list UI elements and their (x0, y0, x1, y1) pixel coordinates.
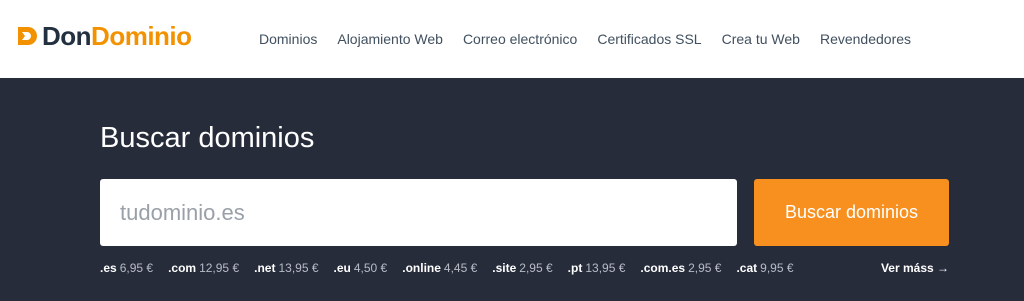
tld-item[interactable]: .com 12,95 € (168, 261, 239, 275)
tld-price: 2,95 € (519, 261, 553, 275)
tld-item[interactable]: .com.es 2,95 € (640, 261, 721, 275)
tld-name: .pt (567, 261, 583, 275)
tld-price: 4,50 € (353, 261, 388, 275)
tld-name: .site (492, 261, 517, 275)
brand-name: DonDominio (42, 21, 192, 52)
nav-item-crea-tu-web[interactable]: Crea tu Web (722, 31, 800, 47)
tld-name: .eu (333, 261, 351, 275)
tld-name: .com (168, 261, 197, 275)
tld-price: 6,95 € (119, 261, 154, 275)
tld-price: 4,45 € (443, 261, 478, 275)
tld-price: 2,95 € (688, 261, 722, 275)
tld-item[interactable]: .eu 4,50 € (334, 261, 388, 275)
nav-item-correo-electronico[interactable]: Correo electrónico (463, 31, 577, 47)
search-domains-button[interactable]: Buscar dominios (754, 179, 949, 246)
tld-item[interactable]: .cat 9,95 € (736, 261, 793, 275)
nav-item-alojamiento-web[interactable]: Alojamiento Web (337, 31, 443, 47)
tld-price-list: .es 6,95 € .com 12,95 € .net 13,95 € .eu 4,5… (100, 260, 949, 276)
nav-item-dominios[interactable]: Dominios (259, 31, 317, 47)
hero-title: Buscar dominios (100, 122, 315, 154)
tld-item[interactable]: .site 2,95 € (492, 261, 552, 275)
tld-price: 13,95 € (585, 261, 626, 275)
tld-price: 9,95 € (760, 261, 794, 275)
tld-name: .com.es (640, 261, 686, 275)
tld-price: 12,95 € (199, 261, 240, 275)
tld-name: .online (402, 261, 441, 275)
site-header: DonDominio Dominios Alojamiento Web Corr… (0, 0, 1024, 78)
tld-item[interactable]: .pt 13,95 € (568, 261, 626, 275)
tld-name: .cat (736, 261, 758, 275)
tld-price: 13,95 € (278, 261, 319, 275)
domain-search-hero: Buscar dominios Buscar dominios .es6,95 … (0, 78, 1024, 301)
nav-item-revendedores[interactable]: Revendedores (820, 31, 911, 47)
tld-name: .net (254, 261, 276, 275)
brand-name-don: Don (42, 20, 92, 51)
tld-item[interactable]: .online 4,45 € (402, 261, 477, 275)
domain-search-input[interactable] (100, 179, 737, 246)
brand-name-dominio: Dominio (91, 20, 192, 51)
brand-logo[interactable]: DonDominio (16, 20, 192, 52)
tld-name: .es (100, 261, 117, 275)
logo-mark-icon (18, 27, 37, 45)
tld-item[interactable]: .net 13,95 € (254, 261, 318, 275)
see-more-tlds-link[interactable]: Ver máss → (881, 261, 949, 275)
nav-item-certificados-ssl[interactable]: Certificados SSL (597, 31, 701, 47)
main-nav: Dominios Alojamiento Web Correo electrón… (259, 31, 931, 47)
tld-item[interactable]: .es 6,95 € (100, 261, 153, 275)
